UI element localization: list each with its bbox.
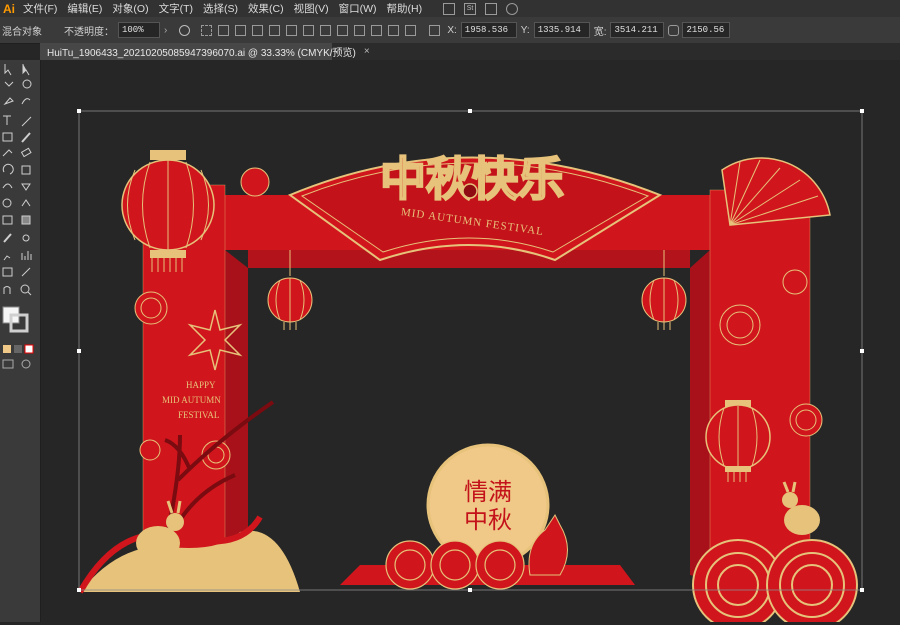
slice-icon[interactable] xyxy=(21,267,31,277)
blend-icon[interactable] xyxy=(22,234,30,242)
width-icon[interactable] xyxy=(2,183,13,189)
side-text-1: HAPPY xyxy=(186,380,216,390)
fill-stroke-icon[interactable] xyxy=(2,306,29,333)
paintbrush-icon[interactable] xyxy=(21,132,31,143)
height-input[interactable]: 2150.56 xyxy=(682,22,731,38)
rectangle-tool-icon[interactable] xyxy=(2,132,13,142)
menu-type[interactable]: 文字(T) xyxy=(154,1,198,16)
align-left-icon[interactable] xyxy=(218,24,230,36)
opacity-input[interactable]: 100% xyxy=(118,22,160,38)
menu-view[interactable]: 视图(V) xyxy=(289,1,334,16)
color-swatch[interactable] xyxy=(3,345,11,353)
app-logo: Ai xyxy=(3,1,15,16)
menu-select[interactable]: 选择(S) xyxy=(198,1,243,16)
arrange-documents-icon[interactable] xyxy=(485,2,498,15)
menu-help[interactable]: 帮助(H) xyxy=(382,1,428,16)
gradient-icon[interactable] xyxy=(21,215,31,225)
distribute-top-icon[interactable] xyxy=(320,24,332,36)
none-swatch[interactable] xyxy=(24,344,34,354)
side-text-3: FESTIVAL xyxy=(178,410,219,420)
rotate-icon[interactable] xyxy=(2,163,14,175)
distribute-bottom-icon[interactable] xyxy=(354,24,366,36)
selection-type-label: 混合对象 xyxy=(2,26,42,38)
control-bar: 混合对象 不透明度： 100% › X: 1958.536 Y: 1335.91… xyxy=(0,17,900,44)
close-tab-icon[interactable]: × xyxy=(364,46,370,57)
opacity-label: 不透明度： xyxy=(64,26,114,38)
distribute-left-icon[interactable] xyxy=(371,24,383,36)
artwork-svg: 中秋快乐 MID AUTUMN FESTIVAL HAPPY MID AUTUM… xyxy=(77,109,864,625)
zoom-icon[interactable] xyxy=(20,284,30,294)
scale-icon[interactable] xyxy=(21,165,31,175)
distribute-center-icon[interactable] xyxy=(388,24,400,36)
lasso-icon[interactable] xyxy=(22,79,32,89)
stage-waves xyxy=(385,540,525,590)
artboard-canvas[interactable]: 中秋快乐 MID AUTUMN FESTIVAL HAPPY MID AUTUM… xyxy=(41,60,900,625)
symbol-sprayer-icon[interactable] xyxy=(3,255,11,261)
align-to-selection-icon[interactable] xyxy=(201,24,213,36)
document-tab-bar: HuiTu_1906433_20210205085947396070.ai @ … xyxy=(40,43,900,60)
side-text-2: MID AUTUMN xyxy=(162,395,221,405)
folding-fan-decoration xyxy=(721,157,831,226)
align-top-icon[interactable] xyxy=(269,24,281,36)
menu-window[interactable]: 窗口(W) xyxy=(334,1,382,16)
shaper-tool-icon[interactable] xyxy=(2,149,13,157)
distribute-right-icon[interactable] xyxy=(405,24,417,36)
eraser-icon[interactable] xyxy=(20,147,32,158)
magic-wand-icon[interactable] xyxy=(4,81,14,87)
gpu-performance-icon[interactable] xyxy=(506,2,519,15)
zoom-handle-icon xyxy=(27,291,32,296)
eyedropper-icon[interactable] xyxy=(3,233,12,243)
direct-selection-icon[interactable] xyxy=(22,64,30,76)
x-input[interactable]: 1958.536 xyxy=(460,22,517,38)
free-transform-icon[interactable] xyxy=(21,183,31,191)
menu-object[interactable]: 对象(O) xyxy=(107,1,153,16)
artboard-icon[interactable] xyxy=(2,267,13,277)
moon-text-2: 中秋 xyxy=(464,507,512,534)
tools-panel xyxy=(0,60,41,622)
align-right-icon[interactable] xyxy=(252,24,264,36)
stock-icon[interactable]: St xyxy=(464,2,477,15)
constrain-proportions-icon[interactable] xyxy=(668,24,680,36)
width-label: 宽: xyxy=(593,26,607,38)
y-input[interactable]: 1335.914 xyxy=(533,22,590,38)
graph-icon[interactable] xyxy=(21,251,32,260)
type-tool-icon[interactable] xyxy=(3,115,11,125)
screen-mode-icon[interactable] xyxy=(21,359,31,369)
align-bottom-icon[interactable] xyxy=(303,24,315,36)
draw-mode-icon[interactable] xyxy=(2,359,14,369)
reference-point-icon[interactable] xyxy=(429,24,441,36)
x-label: X: xyxy=(447,24,457,36)
moon-text-1: 情满 xyxy=(464,479,512,506)
hand-icon[interactable] xyxy=(3,286,11,295)
line-tool-icon[interactable] xyxy=(21,116,32,127)
menu-bar: Ai 文件(F) 编辑(E) 对象(O) 文字(T) 选择(S) 效果(C) 视… xyxy=(0,0,900,17)
document-tab-title: HuiTu_1906433_20210205085947396070.ai @ … xyxy=(47,48,356,59)
bridge-icon[interactable] xyxy=(443,2,456,15)
perspective-grid-icon[interactable] xyxy=(21,199,31,207)
chevron-right-icon[interactable]: › xyxy=(164,25,167,36)
shape-builder-icon[interactable] xyxy=(2,198,12,208)
pen-tool-icon[interactable] xyxy=(3,97,14,106)
selection-tool-icon[interactable] xyxy=(4,64,12,76)
width-input[interactable]: 3514.211 xyxy=(610,22,665,38)
mesh-icon[interactable] xyxy=(2,215,13,225)
menu-file[interactable]: 文件(F) xyxy=(18,1,62,16)
align-middle-icon[interactable] xyxy=(286,24,298,36)
recolor-icon[interactable] xyxy=(179,24,191,36)
distribute-middle-icon[interactable] xyxy=(337,24,349,36)
document-tab[interactable]: HuiTu_1906433_20210205085947396070.ai @ … xyxy=(40,43,370,60)
tools-svg xyxy=(2,64,34,369)
align-center-icon[interactable] xyxy=(235,24,247,36)
gradient-swatch[interactable] xyxy=(14,345,22,353)
curvature-tool-icon[interactable] xyxy=(21,98,31,105)
menu-edit[interactable]: 编辑(E) xyxy=(62,1,107,16)
y-label: Y: xyxy=(520,24,530,36)
menu-icon-group: St xyxy=(443,2,519,15)
menu-effect[interactable]: 效果(C) xyxy=(243,1,289,16)
